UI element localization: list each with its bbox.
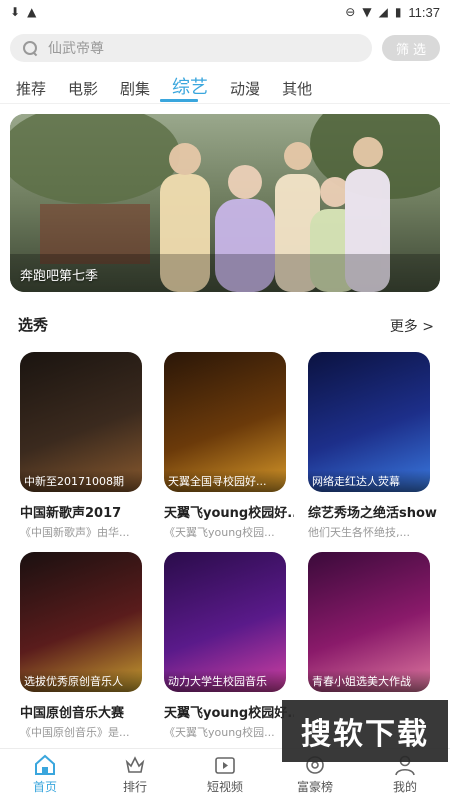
card-thumbnail: 选拔优秀原创音乐人 (20, 552, 142, 692)
tab-variety[interactable]: 综艺 (172, 76, 208, 100)
category-tabs: 推荐 电影 剧集 综艺 动漫 其他 (16, 74, 312, 100)
filter-button[interactable]: 筛选 (382, 35, 440, 61)
more-link[interactable]: 更多 > (390, 316, 434, 336)
card-title: 综艺秀场之绝活show (308, 506, 437, 521)
nav-label: 我的 (392, 780, 417, 794)
home-icon (35, 754, 55, 775)
show-card[interactable]: 动力大学生校园音乐 天翼飞young校园好... 《天翼飞young校园... (164, 552, 294, 752)
status-bar: ⬇ ▲ ⊖ ▼ ◢ ▮ 11:37 (0, 0, 450, 24)
status-time: 11:37 (408, 4, 440, 20)
show-card[interactable]: 天翼全国寻校园好... 天翼飞young校园好... 《天翼飞young校园..… (164, 352, 294, 552)
search-icon (22, 40, 38, 56)
download-icon: ⬇ (10, 5, 21, 19)
show-card[interactable]: 选拔优秀原创音乐人 中国原创音乐大赛 《中国原创音乐》是... (20, 552, 150, 752)
ranking-icon (125, 756, 145, 773)
short-video-icon (215, 757, 235, 774)
card-subtitle: 《中国原创音乐》是... (20, 726, 130, 739)
card-thumbnail: 青春小姐选美大作战 (308, 552, 430, 692)
battery-icon: ▮ (394, 5, 402, 19)
nav-label: 首页 (32, 780, 57, 794)
card-thumbnail: 动力大学生校园音乐 (164, 552, 286, 692)
card-overlay-text: 选拔优秀原创音乐人 (24, 675, 123, 688)
tab-recommend[interactable]: 推荐 (16, 78, 46, 100)
active-tab-indicator (160, 99, 198, 102)
nav-short-video[interactable]: 短视频 (190, 754, 260, 795)
card-thumbnail: 天翼全国寻校园好... (164, 352, 286, 492)
card-subtitle: 《中国新歌声》由华... (20, 526, 130, 539)
notification-icon: ▲ (27, 5, 37, 19)
card-subtitle: 他们天生各怀绝技,... (308, 526, 410, 539)
signal-icon: ◢ (378, 5, 388, 19)
card-overlay-text: 青春小姐选美大作战 (312, 675, 411, 688)
dnd-icon: ⊖ (345, 5, 356, 19)
card-title: 天翼飞young校园好... (164, 706, 294, 721)
card-overlay-text: 中新至20171008期 (24, 475, 124, 488)
card-thumbnail: 中新至20171008期 (20, 352, 142, 492)
show-card[interactable]: 中新至20171008期 中国新歌声2017 《中国新歌声》由华... (20, 352, 150, 552)
tabs-divider (0, 103, 450, 104)
watermark: 搜软下载 (282, 700, 448, 762)
status-right: ⊖ ▼ ◢ ▮ 11:37 (345, 5, 440, 20)
tab-series[interactable]: 剧集 (120, 78, 150, 100)
nav-label: 排行 (122, 780, 147, 794)
card-thumbnail: 网络走红达人荧幕 (308, 352, 430, 492)
banner-caption: 奔跑吧第七季 (20, 269, 99, 284)
tab-anime[interactable]: 动漫 (230, 78, 260, 100)
wifi-icon: ▼ (362, 5, 372, 19)
tab-movies[interactable]: 电影 (68, 78, 98, 100)
card-subtitle: 《天翼飞young校园... (164, 726, 275, 739)
featured-banner[interactable]: 奔跑吧第七季 (10, 114, 440, 292)
tab-other[interactable]: 其他 (282, 78, 312, 100)
nav-label: 富豪榜 (296, 780, 333, 794)
nav-home[interactable]: 首页 (10, 754, 80, 795)
card-subtitle: 《天翼飞young校园... (164, 526, 275, 539)
card-overlay-text: 动力大学生校园音乐 (168, 675, 267, 688)
show-card[interactable]: 网络走红达人荧幕 综艺秀场之绝活show 他们天生各怀绝技,... (308, 352, 438, 552)
card-overlay-text: 网络走红达人荧幕 (312, 475, 400, 488)
nav-label: 短视频 (206, 780, 243, 794)
card-title: 天翼飞young校园好... (164, 506, 294, 521)
status-left: ⬇ ▲ (10, 6, 36, 18)
search-row: 仙武帝尊 筛选 (10, 34, 440, 62)
section-title: 选秀 (18, 316, 49, 334)
card-title: 中国原创音乐大赛 (20, 706, 125, 721)
nav-ranking[interactable]: 排行 (100, 754, 170, 795)
card-title: 中国新歌声2017 (20, 506, 122, 521)
search-placeholder: 仙武帝尊 (48, 40, 104, 56)
show-grid: 中新至20171008期 中国新歌声2017 《中国新歌声》由华... 天翼全国… (20, 352, 437, 752)
search-input[interactable]: 仙武帝尊 (10, 34, 372, 62)
card-overlay-text: 天翼全国寻校园好... (168, 475, 267, 488)
